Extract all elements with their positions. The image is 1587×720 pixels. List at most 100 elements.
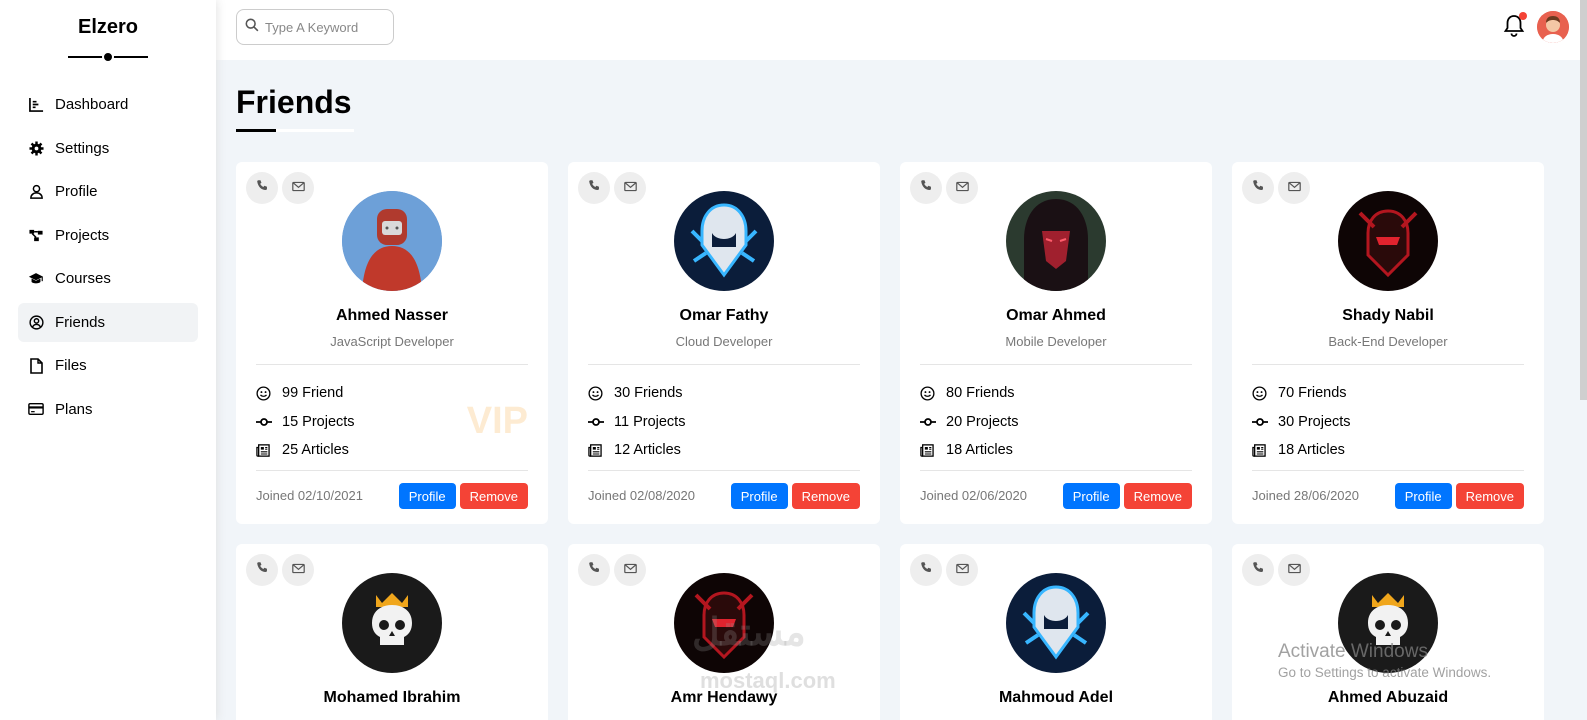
- phone-button[interactable]: [910, 554, 942, 586]
- sidebar-item-label: Settings: [55, 139, 110, 157]
- articles-count: 18 Articles: [1278, 442, 1345, 459]
- sidebar-item-settings[interactable]: Settings: [18, 129, 198, 168]
- divider: [588, 470, 860, 471]
- phone-button[interactable]: [910, 172, 942, 204]
- sidebar: Elzero Dashboard Settings Profile Projec…: [0, 0, 216, 720]
- profile-button[interactable]: Profile: [730, 483, 788, 509]
- envelope-icon: [291, 179, 305, 197]
- phone-icon: [588, 179, 601, 197]
- search-box[interactable]: [236, 9, 394, 45]
- friend-stats: 70 Friends 30 Projects 18 Articles: [1252, 379, 1351, 465]
- profile-button[interactable]: Profile: [1062, 483, 1120, 509]
- email-button[interactable]: [946, 172, 978, 204]
- friend-name: Ahmed Abuzaid: [1327, 689, 1449, 706]
- remove-button[interactable]: Remove: [791, 483, 860, 509]
- phone-icon: [920, 179, 933, 197]
- email-button[interactable]: [614, 172, 646, 204]
- friend-role: Mobile Developer: [1005, 334, 1107, 349]
- divider: [920, 364, 1192, 365]
- email-button[interactable]: [282, 554, 314, 586]
- friend-name: Mohamed Ibrahim: [323, 689, 461, 706]
- smile-icon: [920, 385, 936, 401]
- phone-button[interactable]: [578, 172, 610, 204]
- friends-count: 30 Friends: [614, 385, 683, 402]
- top-bar: [216, 0, 1587, 60]
- email-button[interactable]: [1278, 554, 1310, 586]
- joined-date: Joined 02/08/2020: [588, 488, 695, 503]
- remove-button[interactable]: Remove: [1123, 483, 1192, 509]
- chart-icon: [28, 97, 44, 113]
- friend-card: Mahmoud Adel: [900, 544, 1212, 720]
- phone-button[interactable]: [246, 554, 278, 586]
- user-avatar[interactable]: [1537, 11, 1569, 43]
- articles-count: 12 Articles: [614, 442, 681, 459]
- friend-avatar: [674, 191, 774, 291]
- sidebar-item-courses[interactable]: Courses: [18, 259, 198, 298]
- sidebar-item-projects[interactable]: Projects: [18, 216, 198, 255]
- envelope-icon: [1287, 561, 1301, 579]
- phone-button[interactable]: [246, 172, 278, 204]
- sidebar-item-friends[interactable]: Friends: [18, 302, 198, 342]
- profile-button[interactable]: Profile: [1394, 483, 1452, 509]
- phone-button[interactable]: [1242, 172, 1274, 204]
- page-title: Friends: [236, 84, 352, 120]
- sidebar-item-plans[interactable]: Plans: [18, 390, 198, 429]
- friend-avatar: [1338, 191, 1438, 291]
- phone-icon: [920, 561, 933, 579]
- sidebar-item-profile[interactable]: Profile: [18, 172, 198, 211]
- friend-card: Omar Fathy Cloud Developer 30 Friends 11…: [568, 162, 880, 524]
- divider: [1252, 470, 1524, 471]
- newspaper-icon: [920, 442, 936, 458]
- activate-windows-title: Activate Windows: [1278, 641, 1428, 662]
- email-button[interactable]: [282, 172, 314, 204]
- search-icon: [245, 18, 259, 37]
- projects-count: 20 Projects: [946, 413, 1019, 430]
- sidebar-item-label: Files: [55, 357, 87, 374]
- title-underline: [236, 129, 354, 132]
- gear-icon: [28, 140, 44, 156]
- newspaper-icon: [256, 442, 272, 458]
- user-circle-icon: [28, 314, 44, 330]
- articles-count: 18 Articles: [946, 442, 1013, 459]
- commit-icon: [920, 414, 936, 430]
- commit-icon: [256, 414, 272, 430]
- notifications-button[interactable]: [1503, 12, 1527, 38]
- friend-name: Mahmoud Adel: [998, 689, 1114, 706]
- phone-button[interactable]: [578, 554, 610, 586]
- remove-button[interactable]: Remove: [459, 483, 528, 509]
- friend-name: Shady Nabil: [1342, 307, 1434, 324]
- phone-icon: [256, 179, 269, 197]
- joined-date: Joined 02/06/2020: [920, 488, 1027, 503]
- newspaper-icon: [1252, 442, 1268, 458]
- email-button[interactable]: [1278, 172, 1310, 204]
- remove-button[interactable]: Remove: [1455, 483, 1524, 509]
- watermark-arabic: مستقل: [692, 612, 806, 654]
- phone-icon: [588, 561, 601, 579]
- page-scrollbar[interactable]: [1580, 0, 1587, 400]
- projects-count: 15 Projects: [282, 413, 355, 430]
- activate-windows-notice: Activate Windows Go to Settings to activ…: [1278, 641, 1491, 680]
- joined-date: Joined 02/10/2021: [256, 488, 363, 503]
- envelope-icon: [955, 561, 969, 579]
- vip-badge: VIP: [466, 400, 528, 442]
- envelope-icon: [623, 179, 637, 197]
- phone-icon: [1252, 561, 1265, 579]
- envelope-icon: [291, 561, 305, 579]
- divider: [256, 364, 528, 365]
- sidebar-item-dashboard[interactable]: Dashboard: [18, 85, 198, 124]
- bell-icon: [1503, 15, 1525, 42]
- phone-button[interactable]: [1242, 554, 1274, 586]
- file-icon: [28, 357, 44, 374]
- search-input[interactable]: [265, 19, 380, 35]
- diagram-icon: [28, 227, 44, 243]
- email-button[interactable]: [946, 554, 978, 586]
- sidebar-item-files[interactable]: Files: [18, 346, 198, 385]
- divider: [256, 470, 528, 471]
- email-button[interactable]: [614, 554, 646, 586]
- profile-button[interactable]: Profile: [398, 483, 456, 509]
- envelope-icon: [623, 561, 637, 579]
- smile-icon: [1252, 385, 1268, 401]
- friend-name: Ahmed Nasser: [335, 307, 449, 324]
- user-icon: [28, 184, 44, 200]
- friend-role: Back-End Developer: [1328, 334, 1448, 349]
